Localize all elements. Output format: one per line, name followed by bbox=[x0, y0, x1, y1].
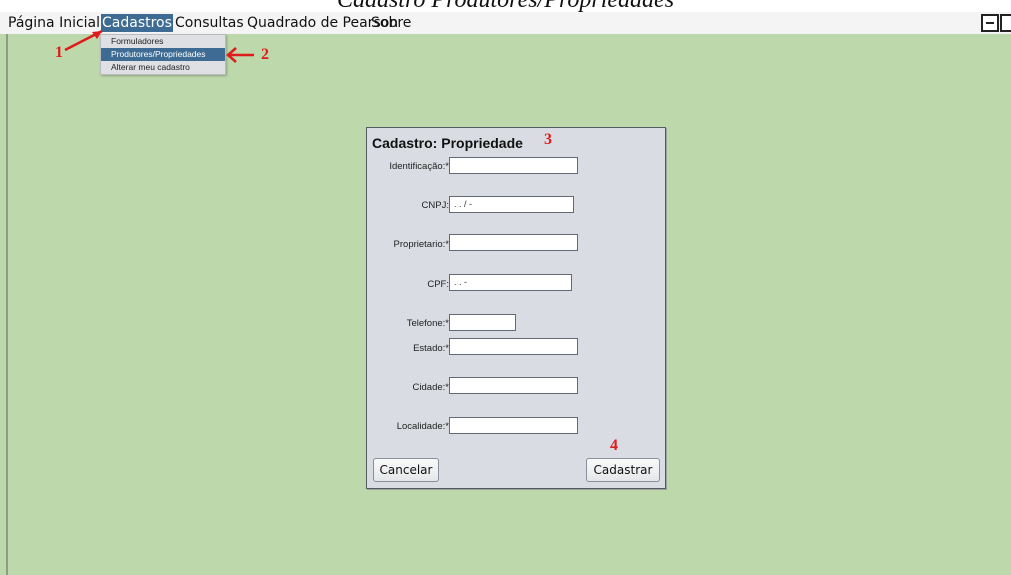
panel-title: Cadastro: Propriedade bbox=[372, 135, 523, 151]
label-estado: Estado:* bbox=[413, 343, 449, 354]
menu-sobre[interactable]: Sobre bbox=[370, 14, 412, 32]
input-cidade[interactable] bbox=[449, 377, 578, 394]
minimize-icon[interactable] bbox=[981, 14, 999, 32]
menu-cadastros[interactable]: Cadastros bbox=[101, 14, 173, 32]
input-proprietario[interactable] bbox=[449, 234, 578, 251]
label-cpf: CPF: bbox=[427, 279, 449, 290]
label-cidade: Cidade:* bbox=[412, 382, 449, 393]
annotation-label-2: 2 bbox=[261, 46, 269, 63]
desktop-edge bbox=[6, 34, 8, 575]
document-caption: Cadastro Produtores/Propriedades bbox=[336, 0, 675, 13]
cadastro-propriedade-panel: Cadastro: Propriedade 3 Identificação:* … bbox=[366, 127, 666, 489]
input-cpf[interactable]: . . - bbox=[449, 274, 572, 291]
cancel-button[interactable]: Cancelar bbox=[373, 458, 439, 482]
label-cnpj: CNPJ: bbox=[421, 200, 449, 211]
annotation-label-4: 4 bbox=[610, 437, 618, 454]
input-estado[interactable] bbox=[449, 338, 578, 355]
label-proprietario: Proprietario:* bbox=[393, 239, 449, 250]
menu-bar: Página Inicial Cadastros Consultas Quadr… bbox=[0, 12, 1011, 35]
annotation-arrow-2 bbox=[226, 47, 254, 63]
label-identificacao: Identificação:* bbox=[389, 161, 449, 172]
label-telefone: Telefone:* bbox=[406, 318, 449, 329]
dropdown-item-produtores-propriedades[interactable]: Produtores/Propriedades bbox=[101, 48, 225, 61]
cadastros-dropdown: Formuladores Produtores/Propriedades Alt… bbox=[100, 34, 226, 75]
dropdown-item-formuladores[interactable]: Formuladores bbox=[101, 35, 225, 48]
menu-consultas[interactable]: Consultas bbox=[174, 14, 245, 32]
input-localidade[interactable] bbox=[449, 417, 578, 434]
close-icon[interactable] bbox=[1000, 14, 1011, 32]
input-telefone[interactable] bbox=[449, 314, 516, 331]
dropdown-item-alterar-cadastro[interactable]: Alterar meu cadastro bbox=[101, 61, 225, 74]
annotation-label-1: 1 bbox=[55, 44, 63, 61]
annotation-label-3: 3 bbox=[544, 131, 552, 148]
input-cnpj[interactable]: . . / - bbox=[449, 196, 574, 213]
submit-button[interactable]: Cadastrar bbox=[586, 458, 660, 482]
input-identificacao[interactable] bbox=[449, 157, 578, 174]
label-localidade: Localidade:* bbox=[396, 421, 449, 432]
